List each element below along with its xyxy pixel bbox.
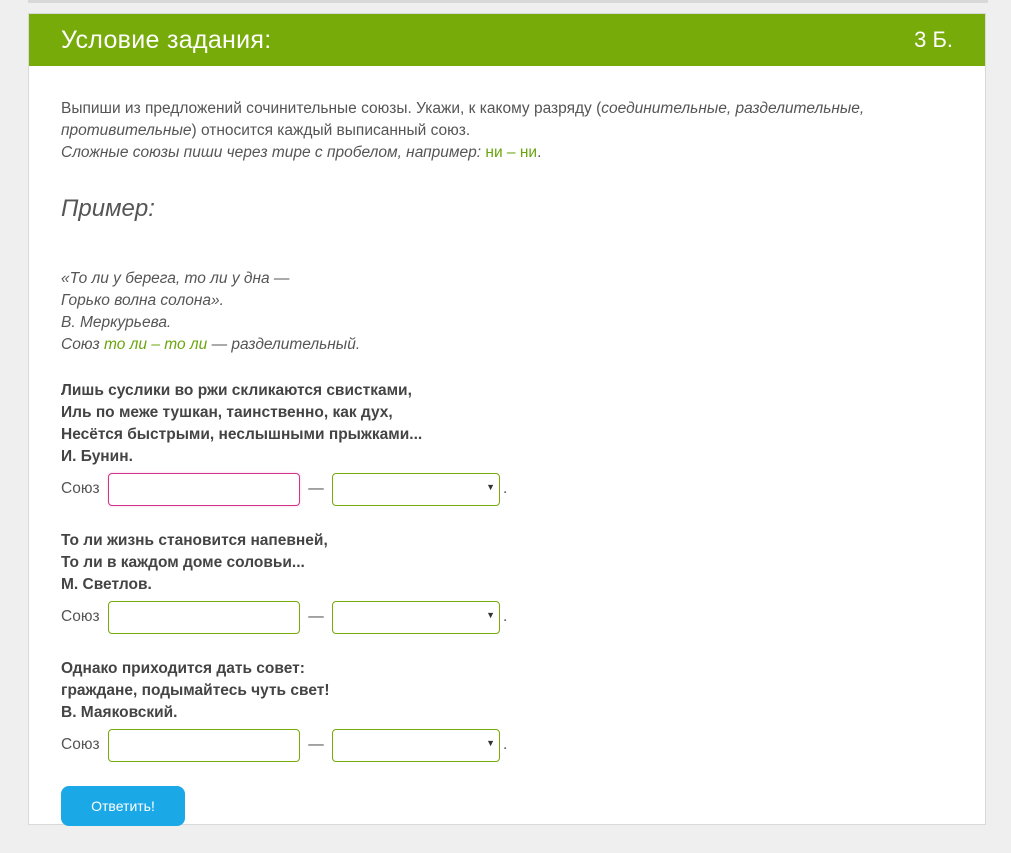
task-author: В. Маяковский.	[61, 704, 178, 721]
task-line: То ли жизнь становится напевней,	[61, 532, 328, 549]
task-item-2: То ли жизнь становится напевней, То ли в…	[61, 530, 953, 634]
union-input-2[interactable]	[108, 600, 300, 634]
task-line: Иль по меже тушкан, таинственно, как дух…	[61, 404, 393, 421]
example-answer: Союз то ли – то ли — разделительный.	[61, 334, 953, 356]
example-answer-prefix: Союз	[61, 336, 104, 353]
task-title: Условие задания:	[61, 25, 272, 54]
task-line: граждане, подымайтесь чуть свет!	[61, 682, 330, 699]
task-sentence: То ли жизнь становится напевней, То ли в…	[61, 530, 953, 596]
task-line: Несётся быстрыми, неслышными прыжками...	[61, 426, 423, 443]
answer-label: Союз	[61, 480, 100, 497]
instructions-hint-period: .	[537, 144, 542, 161]
task-line: Лишь суслики во ржи скликаются свистками…	[61, 382, 412, 399]
chevron-down-icon: ▼	[486, 609, 495, 620]
submit-button[interactable]: Ответить!	[61, 786, 185, 826]
answer-label: Союз	[61, 736, 100, 753]
task-item-1: Лишь суслики во ржи скликаются свистками…	[61, 380, 953, 506]
chevron-down-icon: ▼	[486, 737, 495, 748]
answer-period: .	[503, 480, 508, 497]
instructions: Выпиши из предложений сочинительные союз…	[61, 98, 953, 164]
top-divider	[28, 0, 988, 3]
example-line: Горько волна солона».	[61, 292, 224, 309]
task-content: Выпиши из предложений сочинительные союз…	[29, 66, 985, 826]
example-block: «То ли у берега, то ли у дна — Горько во…	[61, 268, 953, 356]
task-sentence: Однако приходится дать совет: граждане, …	[61, 658, 953, 724]
task-line: То ли в каждом доме соловьи...	[61, 554, 305, 571]
instructions-text-end: ) относится каждый выписанный союз.	[191, 122, 471, 139]
answer-row: Союз — ▼ .	[61, 472, 953, 506]
example-heading: Пример:	[61, 195, 155, 222]
answer-dash: —	[308, 736, 324, 753]
example-answer-type: — разделительный.	[207, 336, 361, 353]
answer-dash: —	[308, 608, 324, 625]
example-line: «То ли у берега, то ли у дна —	[61, 270, 290, 287]
answer-period: .	[503, 736, 508, 753]
chevron-down-icon: ▼	[486, 481, 495, 492]
union-type-select-2[interactable]: ▼	[332, 600, 500, 634]
task-points: 3 Б.	[914, 27, 953, 52]
task-author: И. Бунин.	[61, 448, 133, 465]
instructions-hint: Сложные союзы пиши через тире с пробелом…	[61, 144, 486, 161]
task-line: Однако приходится дать совет:	[61, 660, 305, 677]
task-header: Условие задания: 3 Б.	[29, 14, 985, 66]
union-type-select-1[interactable]: ▼	[332, 472, 500, 506]
answer-period: .	[503, 608, 508, 625]
instructions-text: Выпиши из предложений сочинительные союз…	[61, 100, 602, 117]
example-answer-union: то ли – то ли	[103, 336, 208, 353]
union-type-select-3[interactable]: ▼	[332, 728, 500, 762]
union-input-1[interactable]	[108, 472, 300, 506]
answer-row: Союз — ▼ .	[61, 600, 953, 634]
answer-row: Союз — ▼ .	[61, 728, 953, 762]
task-author: М. Светлов.	[61, 576, 152, 593]
union-input-3[interactable]	[108, 728, 300, 762]
task-item-3: Однако приходится дать совет: граждане, …	[61, 658, 953, 762]
instructions-hint-example: ни – ни	[485, 144, 538, 161]
answer-dash: —	[308, 480, 324, 497]
task-card: Условие задания: 3 Б. Выпиши из предложе…	[28, 13, 986, 826]
example-author: В. Меркурьева.	[61, 314, 172, 331]
task-sentence: Лишь суслики во ржи скликаются свистками…	[61, 380, 953, 468]
answer-label: Союз	[61, 608, 100, 625]
